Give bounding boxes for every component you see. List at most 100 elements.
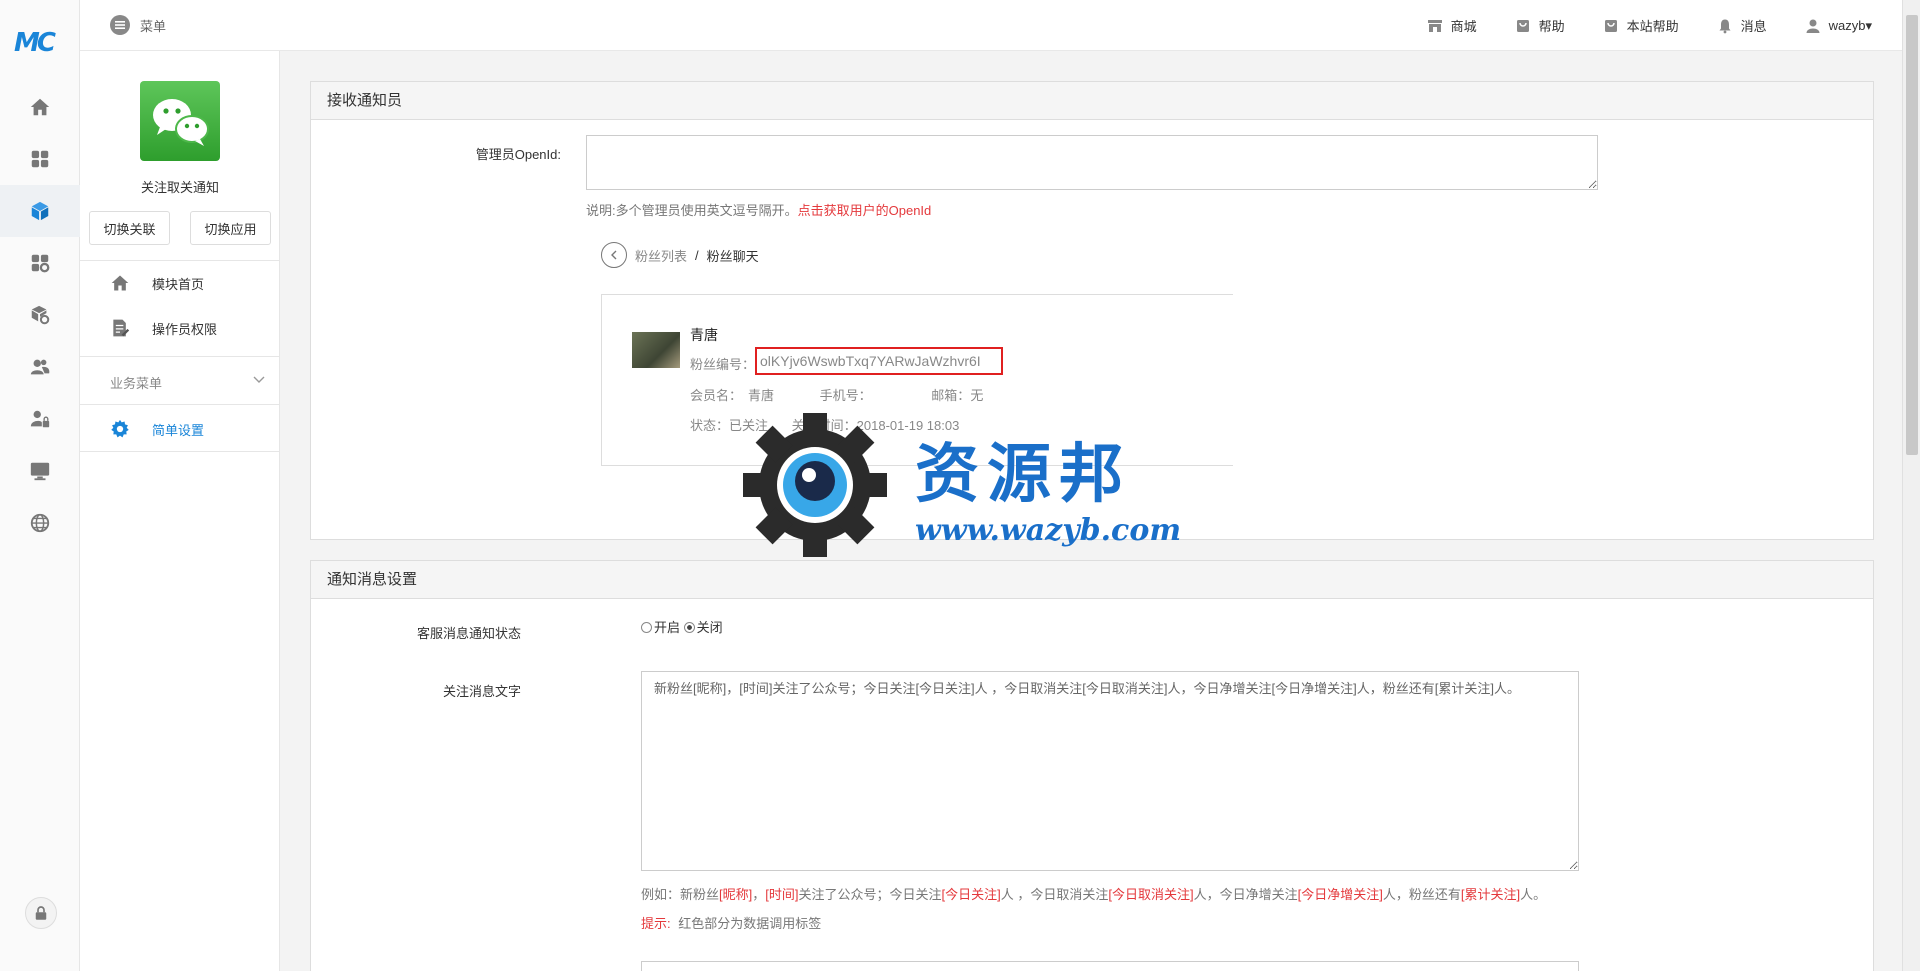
rail-grid[interactable] bbox=[0, 133, 80, 185]
rail-globe[interactable] bbox=[0, 497, 80, 549]
next-field[interactable] bbox=[641, 961, 1579, 971]
rail-user-lock[interactable] bbox=[0, 393, 80, 445]
home-icon bbox=[30, 98, 50, 116]
nav-user[interactable]: wazyb▾ bbox=[1805, 16, 1872, 35]
sidebar-item-label: 简单设置 bbox=[152, 422, 205, 438]
fan-member-row: 会员名： 青唐 手机号： 邮箱：无 bbox=[690, 385, 983, 404]
breadcrumb-parent[interactable]: 粉丝列表 bbox=[635, 246, 687, 265]
logo[interactable]: MC bbox=[14, 28, 66, 58]
get-openid-link[interactable]: 点击获取用户的OpenId bbox=[798, 203, 932, 218]
document-edit-icon bbox=[113, 319, 130, 337]
member-label: 会员名： bbox=[690, 388, 743, 403]
email-label: 邮箱： bbox=[931, 388, 971, 403]
receivers-panel-title: 接收通知员 bbox=[311, 82, 1873, 120]
status-label: 状态： bbox=[690, 418, 730, 433]
rail-monitor[interactable] bbox=[0, 445, 80, 497]
example-segment: 人，粉丝还有 bbox=[1382, 887, 1461, 902]
sidebar-item-module-home[interactable]: 模块首页 bbox=[110, 273, 204, 293]
watermark-url: www.wazyb.com bbox=[915, 513, 1182, 548]
fan-id-label: 粉丝编号： bbox=[690, 357, 756, 372]
settings-panel: 通知消息设置 客服消息通知状态 开启 关闭 关注消息文字 新粉丝[昵称]，[时间… bbox=[310, 560, 1874, 971]
chevron-down-icon[interactable] bbox=[253, 371, 265, 387]
notify-status-label: 客服消息通知状态 bbox=[416, 626, 521, 641]
rail-package[interactable] bbox=[0, 289, 80, 341]
icon-rail: MC bbox=[0, 0, 80, 971]
cube-icon bbox=[31, 201, 49, 221]
menu-toggle[interactable]: 菜单 bbox=[110, 15, 166, 35]
watermark: 资源邦 www.wazyb.com bbox=[735, 405, 1195, 565]
nav-user-label: wazyb▾ bbox=[1828, 17, 1872, 33]
nav-help[interactable]: 帮助 bbox=[1515, 16, 1565, 35]
example-tag: [时间] bbox=[765, 887, 799, 902]
example-tag: [今日关注] bbox=[941, 887, 1001, 902]
fan-avatar bbox=[632, 332, 680, 368]
example-tag: [累计关注] bbox=[1460, 887, 1521, 902]
example-segment: ， bbox=[752, 887, 766, 902]
radio-off-indicator[interactable] bbox=[683, 622, 695, 633]
lock-icon bbox=[35, 906, 47, 920]
business-menu-group[interactable]: 业务菜单 bbox=[110, 373, 162, 392]
openid-note: 说明:多个管理员使用英文逗号隔开。点击获取用户的OpenId bbox=[586, 200, 931, 219]
top-nav: 商城 帮助 本站帮助 消息 wazyb▾ bbox=[1427, 16, 1872, 35]
follow-text-label: 关注消息文字 bbox=[442, 684, 521, 699]
fan-id-value: olKYjv6WswbTxq7YARwJaWzhvr6I bbox=[755, 347, 1003, 375]
home-icon bbox=[111, 275, 129, 291]
example-segment: 人，今日净增关注 bbox=[1193, 887, 1298, 902]
nav-site-help[interactable]: 本站帮助 bbox=[1603, 16, 1679, 35]
user-lock-icon bbox=[30, 410, 50, 428]
nav-store[interactable]: 商城 bbox=[1427, 16, 1477, 35]
rail-cube[interactable] bbox=[0, 185, 80, 237]
grid-icon bbox=[31, 150, 49, 168]
menu-label: 菜单 bbox=[140, 18, 167, 34]
rail-users[interactable] bbox=[0, 341, 80, 393]
nav-store-label: 商城 bbox=[1450, 19, 1477, 34]
divider bbox=[80, 356, 280, 357]
rail-lock-button[interactable] bbox=[25, 897, 57, 929]
store-icon bbox=[1427, 19, 1442, 32]
gear-icon bbox=[111, 419, 129, 438]
radio-off[interactable]: 关闭 bbox=[683, 620, 723, 635]
back-icon[interactable] bbox=[601, 242, 627, 268]
nav-messages-label: 消息 bbox=[1740, 19, 1767, 34]
breadcrumb: 粉丝列表 / 粉丝聊天 bbox=[601, 242, 759, 268]
radio-on[interactable]: 开启 bbox=[641, 620, 680, 635]
example-segment: 人 ，今日取消关注 bbox=[1000, 887, 1109, 902]
page-scrollbar[interactable] bbox=[1902, 0, 1920, 971]
bag-icon bbox=[1604, 19, 1617, 32]
tip-label: 提示: bbox=[641, 916, 671, 931]
sidebar-item-simple-settings[interactable]: 简单设置 bbox=[110, 419, 204, 439]
watermark-gear-eye-icon bbox=[743, 413, 887, 557]
menu-icon bbox=[110, 15, 130, 35]
monitor-icon bbox=[30, 462, 50, 481]
example-segment: 人。 bbox=[1520, 887, 1547, 902]
divider bbox=[80, 404, 280, 405]
nav-messages[interactable]: 消息 bbox=[1717, 16, 1767, 35]
fan-name: 青唐 bbox=[690, 327, 718, 343]
bell-icon bbox=[1719, 19, 1731, 33]
top-bar: 菜单 商城 帮助 本站帮助 消息 wazyb▾ bbox=[80, 0, 1902, 51]
package-icon bbox=[31, 305, 50, 325]
example-segment: 例如：新粉丝 bbox=[641, 887, 720, 902]
example-tag: [今日取消关注] bbox=[1108, 887, 1194, 902]
bag-icon bbox=[1516, 19, 1529, 32]
scrollbar-thumb[interactable] bbox=[1906, 15, 1918, 455]
radio-on-label: 开启 bbox=[654, 620, 681, 635]
rail-home[interactable] bbox=[0, 81, 80, 133]
sidebar-item-label: 操作员权限 bbox=[152, 321, 218, 337]
example-tag: [今日净增关注] bbox=[1297, 887, 1383, 902]
radio-on-indicator[interactable] bbox=[641, 622, 652, 633]
follow-text-input[interactable]: 新粉丝[昵称]，[时间]关注了公众号；今日关注[今日关注]人 ，今日取消关注[今… bbox=[641, 671, 1579, 871]
phone-label: 手机号： bbox=[819, 388, 872, 403]
nav-site-help-label: 本站帮助 bbox=[1626, 19, 1679, 34]
sidebar-item-operator-permissions[interactable]: 操作员权限 bbox=[110, 318, 217, 338]
settings-panel-title: 通知消息设置 bbox=[311, 561, 1873, 599]
rail-apps-gear[interactable] bbox=[0, 237, 80, 289]
tip-text: 提示: 红色部分为数据调用标签 bbox=[641, 913, 821, 932]
openid-input[interactable] bbox=[586, 135, 1598, 190]
switch-app-button[interactable]: 切换应用 bbox=[190, 211, 271, 245]
example-text: 例如：新粉丝[昵称]，[时间]关注了公众号；今日关注[今日关注]人 ，今日取消关… bbox=[641, 884, 1546, 903]
sidebar: 关注取关通知 切换关联 切换应用 模块首页 操作员权限 业务菜单 简单设置 bbox=[80, 51, 280, 971]
switch-link-button[interactable]: 切换关联 bbox=[89, 211, 170, 245]
user-icon bbox=[1806, 19, 1820, 33]
email-value: 无 bbox=[970, 388, 984, 403]
